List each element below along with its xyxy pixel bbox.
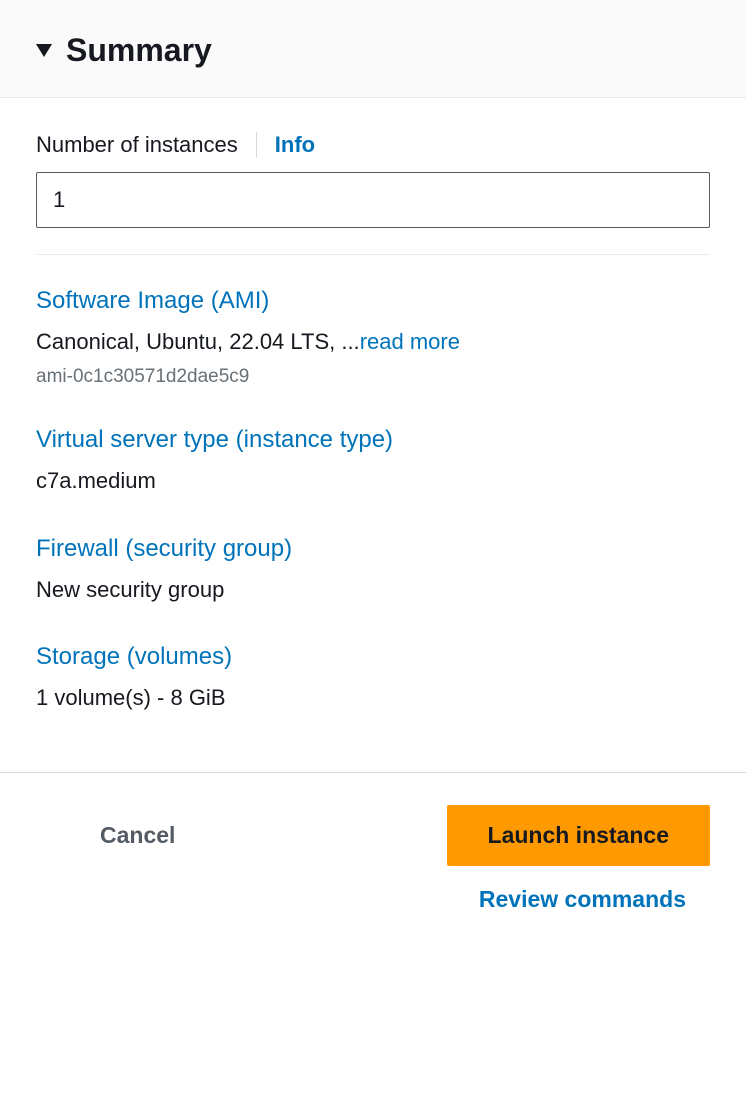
ami-id: ami-0c1c30571d2dae5c9 xyxy=(36,366,710,388)
instances-label: Number of instances xyxy=(36,132,238,158)
divider-horizontal xyxy=(36,254,710,255)
instances-field-row: Number of instances Info xyxy=(36,132,710,158)
instance-type-value: c7a.medium xyxy=(36,466,710,497)
firewall-value: New security group xyxy=(36,575,710,606)
summary-header-section: Summary xyxy=(0,0,746,98)
ami-description: Canonical, Ubuntu, 22.04 LTS, ... xyxy=(36,329,360,354)
info-link[interactable]: Info xyxy=(275,132,315,158)
ami-section: Software Image (AMI) Canonical, Ubuntu, … xyxy=(36,287,710,388)
summary-header-row[interactable]: Summary xyxy=(36,32,710,69)
firewall-title-link[interactable]: Firewall (security group) xyxy=(36,535,292,563)
instance-type-title-link[interactable]: Virtual server type (instance type) xyxy=(36,426,393,454)
summary-content: Number of instances Info Software Image … xyxy=(0,98,746,772)
ami-title-link[interactable]: Software Image (AMI) xyxy=(36,287,269,315)
storage-title-link[interactable]: Storage (volumes) xyxy=(36,643,232,671)
instances-input[interactable] xyxy=(36,172,710,228)
footer-button-row: Cancel Launch instance xyxy=(36,805,710,866)
launch-instance-button[interactable]: Launch instance xyxy=(447,805,710,866)
firewall-section: Firewall (security group) New security g… xyxy=(36,535,710,606)
divider-vertical xyxy=(256,132,257,158)
review-row: Review commands xyxy=(36,886,710,913)
ami-description-row: Canonical, Ubuntu, 22.04 LTS, ...read mo… xyxy=(36,327,710,358)
storage-section: Storage (volumes) 1 volume(s) - 8 GiB xyxy=(36,643,710,714)
caret-down-icon xyxy=(36,44,52,57)
ami-read-more-link[interactable]: read more xyxy=(360,329,460,354)
review-commands-link[interactable]: Review commands xyxy=(479,886,710,913)
footer-section: Cancel Launch instance Review commands xyxy=(0,772,746,937)
cancel-button[interactable]: Cancel xyxy=(72,808,203,863)
storage-value: 1 volume(s) - 8 GiB xyxy=(36,683,710,714)
summary-title: Summary xyxy=(66,32,212,69)
instance-type-section: Virtual server type (instance type) c7a.… xyxy=(36,426,710,497)
